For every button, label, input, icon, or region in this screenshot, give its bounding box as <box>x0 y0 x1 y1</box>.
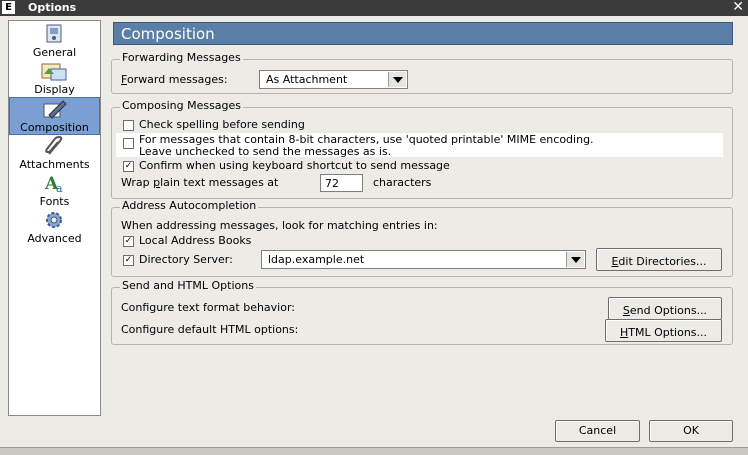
edit-directories-button[interactable]: Edit Directories... <box>596 248 722 271</box>
sidebar-item-label: General <box>32 46 77 59</box>
group-title: Send and HTML Options <box>120 279 256 292</box>
sidebar-item-label: Fonts <box>39 195 70 208</box>
confirm-shortcut-checkbox[interactable]: ✓ <box>123 161 134 172</box>
local-address-books-checkbox[interactable]: ✓ <box>123 236 134 247</box>
wrap-suffix-label: characters <box>373 176 432 189</box>
directory-server-select[interactable]: ldap.example.net <box>261 250 586 269</box>
sidebar-item-attachments[interactable]: Attachments <box>9 135 100 171</box>
sidebar-item-advanced[interactable]: Advanced <box>9 209 100 245</box>
cancel-button[interactable]: Cancel <box>555 420 640 442</box>
close-icon[interactable]: ✕ <box>732 0 744 15</box>
chevron-down-icon[interactable] <box>388 72 406 87</box>
text-format-label: Configure text format behavior: <box>121 301 296 314</box>
svg-text:a: a <box>56 182 63 194</box>
sidebar-item-general[interactable]: General <box>9 23 100 59</box>
composition-icon <box>43 100 67 119</box>
directory-server-label: Directory Server: <box>139 253 233 266</box>
html-options-button[interactable]: HTML Options... <box>605 319 722 342</box>
sidebar-item-label: Composition <box>20 121 89 134</box>
confirm-shortcut-label: Confirm when using keyboard shortcut to … <box>139 159 450 172</box>
group-title: Forwarding Messages <box>120 51 243 64</box>
page-title-text: Composition <box>121 25 215 43</box>
page-title: Composition <box>113 22 733 45</box>
group-title: Address Autocompletion <box>120 199 259 212</box>
general-icon <box>46 24 62 43</box>
attachments-icon <box>45 135 63 155</box>
ok-button[interactable]: OK <box>649 420 733 442</box>
directory-server-value: ldap.example.net <box>268 253 365 266</box>
check-spelling-label: Check spelling before sending <box>139 118 305 131</box>
wrap-width-value: 72 <box>325 177 339 190</box>
category-sidebar: General Display Composition Attachments … <box>8 20 101 416</box>
fonts-icon: A a <box>44 174 63 194</box>
advanced-icon <box>46 212 62 228</box>
group-title: Composing Messages <box>120 99 244 112</box>
html-options-label: Configure default HTML options: <box>121 323 299 336</box>
wrap-label: Wrap plain text messages at <box>121 176 279 189</box>
send-options-button[interactable]: Send Options... <box>608 297 722 320</box>
forward-messages-select[interactable]: As Attachment <box>259 70 408 89</box>
title-bar: E Options ✕ <box>0 0 748 16</box>
sidebar-item-composition[interactable]: Composition <box>9 97 100 135</box>
chevron-down-icon[interactable] <box>566 252 584 267</box>
forward-messages-label: Forward messages: <box>121 73 228 86</box>
check-spelling-checkbox[interactable] <box>123 120 134 131</box>
sidebar-item-fonts[interactable]: A a Fonts <box>9 172 100 208</box>
forward-messages-value: As Attachment <box>266 73 348 86</box>
sidebar-item-label: Advanced <box>27 232 82 245</box>
sidebar-item-label: Attachments <box>19 158 90 171</box>
sidebar-item-display[interactable]: Display <box>9 60 100 96</box>
app-icon[interactable]: E <box>2 1 15 14</box>
wrap-width-input[interactable]: 72 <box>320 174 363 192</box>
window-title: Options <box>28 1 77 14</box>
local-address-books-label: Local Address Books <box>139 234 252 247</box>
display-icon <box>41 63 67 81</box>
autocomplete-intro: When addressing messages, look for match… <box>121 219 438 232</box>
quoted-printable-label-line2: Leave unchecked to send the messages as … <box>139 145 392 158</box>
quoted-printable-checkbox[interactable] <box>123 138 134 149</box>
directory-server-checkbox[interactable]: ✓ <box>123 255 134 266</box>
sidebar-item-label: Display <box>34 83 75 96</box>
